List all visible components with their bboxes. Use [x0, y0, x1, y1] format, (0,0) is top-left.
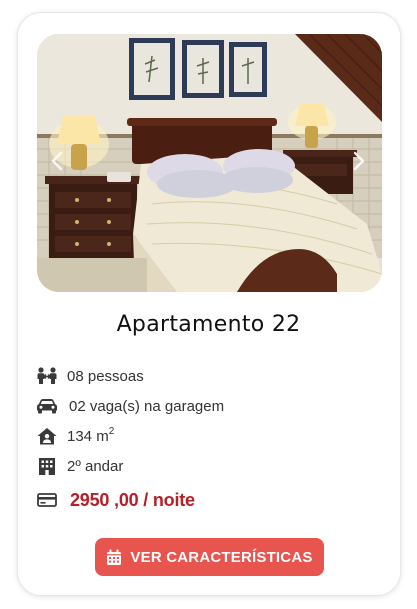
view-characteristics-button[interactable]: VER CARACTERÍSTICAS	[95, 538, 324, 576]
chevron-left-icon	[51, 151, 63, 171]
credit-card-icon	[36, 490, 58, 510]
apartment-photo[interactable]	[37, 34, 382, 292]
area-unit-superscript: 2	[108, 426, 115, 437]
price-text: 2950 ,00 / noite	[70, 489, 195, 510]
chevron-right-icon	[353, 151, 365, 171]
building-icon	[36, 456, 58, 476]
bedroom-image	[37, 34, 382, 292]
calendar-icon	[106, 549, 122, 566]
feature-floor: 2º andar	[36, 455, 123, 477]
area-text: 134 m2	[67, 426, 115, 445]
photo-next-button[interactable]	[348, 147, 370, 175]
feature-capacity: 08 pessoas	[36, 365, 144, 387]
house-user-icon	[36, 426, 58, 446]
area-value: 134 m	[67, 428, 109, 445]
capacity-text: 08 pessoas	[67, 367, 144, 385]
photo-prev-button[interactable]	[46, 147, 68, 175]
feature-parking: 02 vaga(s) na garagem	[36, 395, 224, 417]
button-label: VER CARACTERÍSTICAS	[130, 548, 313, 566]
feature-price: 2950 ,00 / noite	[36, 489, 195, 511]
floor-text: 2º andar	[67, 457, 124, 475]
feature-area: 134 m2	[36, 425, 114, 447]
parking-text: 02 vaga(s) na garagem	[69, 397, 225, 415]
people-icon	[36, 366, 58, 386]
apartment-title: Apartamento 22	[116, 312, 301, 337]
car-icon	[36, 396, 58, 416]
